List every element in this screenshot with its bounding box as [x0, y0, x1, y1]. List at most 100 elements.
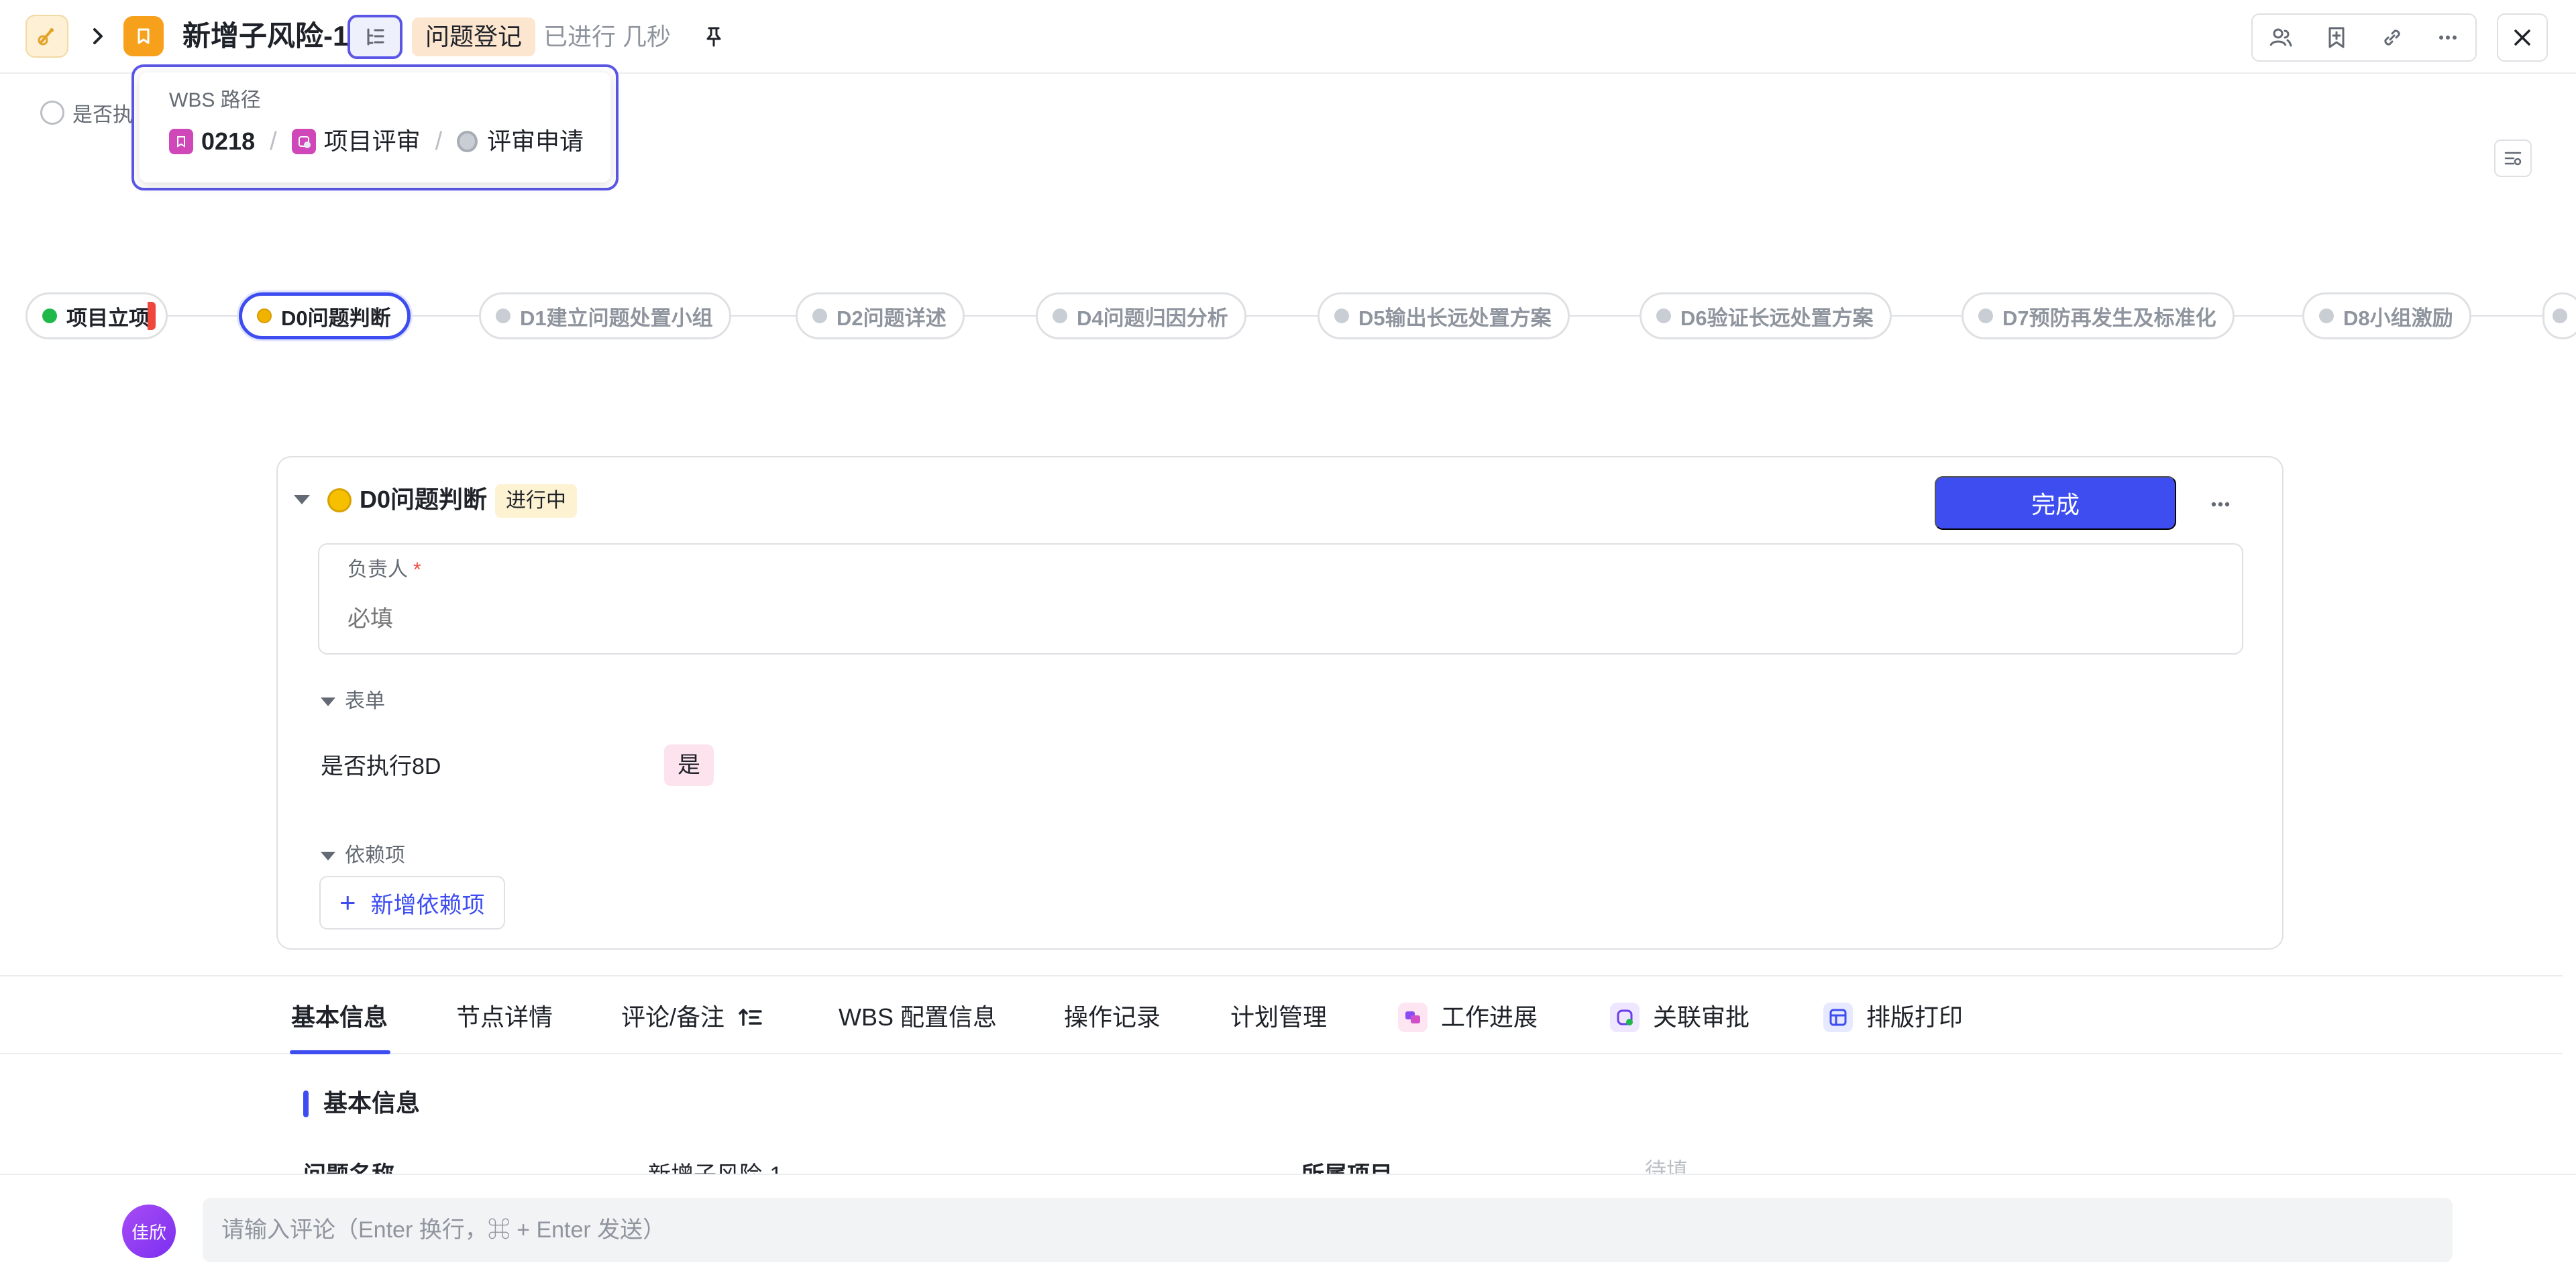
tab-basic-info[interactable]: 基本信息	[291, 1001, 388, 1034]
pin-icon[interactable]	[700, 23, 727, 50]
header-toolbar	[2251, 13, 2477, 62]
wbs-tree-icon	[367, 28, 384, 46]
step-d1[interactable]: D1建立问题处置小组	[479, 292, 731, 339]
step-status-dot	[42, 309, 57, 323]
plus-icon: +	[339, 887, 356, 918]
step-status-dot	[496, 309, 511, 323]
members-icon[interactable]	[2253, 15, 2308, 60]
wbs-path-label: WBS 路径	[169, 89, 261, 111]
wbs-path-popover: WBS 路径 0218 / 项目评审 / 评审申请	[131, 64, 619, 190]
detail-tabs: 基本信息 节点详情 评论/备注 WBS 配置信息 操作记录 计划管理 工作进展 …	[0, 975, 2563, 1054]
form-section-header[interactable]: 表单	[321, 688, 385, 715]
project-icon	[169, 129, 193, 154]
link-icon[interactable]	[2364, 15, 2420, 60]
tab-plan-management[interactable]: 计划管理	[1230, 1001, 1327, 1034]
step-label: D5输出长远处置方案	[1358, 306, 1552, 330]
form-field-value[interactable]: 是	[664, 744, 714, 786]
comment-input[interactable]	[203, 1198, 2453, 1262]
app-icon[interactable]	[25, 15, 68, 58]
status-circle-icon	[457, 131, 478, 152]
execute-8d-checkbox-row[interactable]: 是否执	[40, 98, 133, 127]
step-d2[interactable]: D2问题详述	[796, 292, 965, 339]
wbs-path-item-apply[interactable]: 评审申请	[487, 125, 584, 158]
tab-work-progress[interactable]: 工作进展	[1398, 1001, 1538, 1034]
step-d5[interactable]: D5输出长远处置方案	[1318, 292, 1570, 339]
add-dependency-button[interactable]: + 新增依赖项	[319, 876, 505, 930]
owner-input[interactable]	[347, 602, 2159, 636]
step-project-setup[interactable]: 项目立项	[25, 292, 168, 339]
step-status-dot	[2319, 309, 2334, 323]
tab-wbs-config[interactable]: WBS 配置信息	[839, 1001, 997, 1034]
review-icon	[291, 129, 316, 154]
comment-bar: 佳欣	[0, 1174, 2576, 1285]
add-dependency-label: 新增依赖项	[370, 892, 485, 918]
step-d4[interactable]: D4问题归因分析	[1036, 292, 1246, 339]
owner-field[interactable]: 负责人 *	[318, 543, 2243, 655]
step-status-dot	[1656, 309, 1671, 323]
step-label: D8小组激励	[2343, 306, 2453, 330]
form-section-label: 表单	[345, 690, 385, 712]
tab-layout-print[interactable]: 排版打印	[1823, 1001, 1963, 1034]
section-accent-bar	[303, 1091, 309, 1117]
sort-icon	[739, 1009, 762, 1026]
avatar: 佳欣	[122, 1205, 176, 1258]
wbs-path-separator: /	[270, 127, 277, 156]
step-label: D1建立问题处置小组	[520, 306, 713, 330]
dependency-section-header[interactable]: 依赖项	[321, 842, 405, 869]
step-label: D4问题归因分析	[1077, 306, 1228, 330]
step-label: D6验证长远处置方案	[1680, 306, 1874, 330]
wbs-path-button[interactable]	[347, 15, 402, 59]
step-status-dot	[812, 309, 827, 323]
step-label: 项目立项	[66, 306, 150, 330]
step-status-dot	[1334, 309, 1349, 323]
top-header: 新增子风险-1 问题登记 已进行 几秒	[0, 0, 2576, 74]
more-icon[interactable]	[2420, 15, 2475, 60]
owner-label: 负责人 *	[347, 559, 421, 581]
tab-linked-approval[interactable]: 关联审批	[1610, 1001, 1750, 1034]
wbs-path: 0218 / 项目评审 / 评审申请	[169, 125, 584, 158]
wbs-path-item-review[interactable]: 项目评审	[324, 125, 421, 158]
chevron-right-icon[interactable]	[85, 23, 111, 50]
page-title[interactable]: 新增子风险-1	[182, 17, 348, 55]
collapse-caret-icon	[321, 697, 335, 706]
tab-node-details[interactable]: 节点详情	[456, 1001, 553, 1034]
node-status-dot	[327, 488, 352, 512]
active-tab-indicator	[290, 1050, 390, 1054]
wbs-path-item-project[interactable]: 0218	[201, 125, 255, 158]
more-icon[interactable]	[2202, 486, 2239, 523]
step-status-dot	[2553, 309, 2567, 323]
step-d0[interactable]: D0问题判断	[239, 292, 411, 339]
step-d8[interactable]: D8小组激励	[2302, 292, 2471, 339]
checkbox-label: 是否执	[72, 104, 133, 126]
step-d6[interactable]: D6验证长远处置方案	[1640, 292, 1892, 339]
checkbox-circle[interactable]	[40, 101, 64, 125]
step-overdue-marker	[148, 302, 156, 330]
step-label: D0问题判断	[281, 306, 391, 330]
complete-button[interactable]: 完成	[1935, 476, 2176, 530]
step-d7[interactable]: D7预防再发生及标准化	[1962, 292, 2235, 339]
view-settings-icon[interactable]	[2494, 139, 2532, 177]
tab-comments[interactable]: 评论/备注	[621, 1001, 763, 1034]
type-tag: 问题登记	[412, 17, 536, 56]
work-progress-icon	[1398, 1003, 1428, 1032]
node-title: D0问题判断	[360, 486, 488, 513]
step-status-dot	[1053, 309, 1067, 323]
collapse-caret-icon	[321, 851, 335, 860]
step-status-dot	[1978, 309, 1993, 323]
dependency-section-label: 依赖项	[345, 844, 405, 867]
print-layout-icon	[1823, 1003, 1853, 1032]
wbs-path-separator: /	[435, 127, 443, 156]
bookmark-add-icon[interactable]	[2308, 15, 2364, 60]
step-next-partial[interactable]	[2542, 292, 2576, 339]
collapse-caret-icon[interactable]	[294, 495, 310, 504]
close-icon[interactable]	[2497, 13, 2548, 62]
approval-icon	[1610, 1003, 1640, 1032]
step-label: D2问题详述	[837, 306, 947, 330]
status-badge: 进行中	[495, 484, 577, 518]
step-status-dot	[257, 309, 272, 323]
elapsed-time: 已进行 几秒	[543, 23, 672, 50]
bookmark-icon	[123, 16, 164, 56]
form-field-label: 是否执行8D	[321, 754, 441, 779]
tab-operation-log[interactable]: 操作记录	[1064, 1001, 1161, 1034]
node-card: D0问题判断 进行中 完成 负责人* 表单 是否执行8D 是 依赖项 + 新增依赖…	[276, 456, 2284, 950]
